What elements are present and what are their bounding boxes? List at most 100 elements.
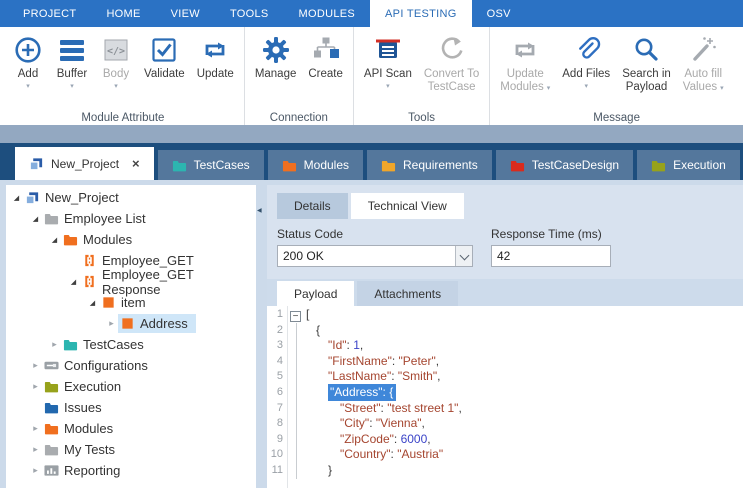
document-tab-testcasedesign[interactable]: TestCaseDesign — [495, 150, 634, 180]
collapse-icon[interactable]: ◢ — [48, 236, 61, 244]
code-line[interactable]: } — [288, 463, 743, 479]
tree-item-label: Execution — [64, 379, 122, 394]
create-button[interactable]: Create — [302, 31, 349, 83]
fold-collapse-icon[interactable]: − — [290, 311, 301, 322]
expand-icon[interactable]: ▸ — [29, 423, 42, 434]
search-in-payload-button[interactable]: Search in Payload — [616, 31, 677, 96]
ribbon-tab-home[interactable]: HOME — [91, 0, 155, 27]
ribbon-tab-modules[interactable]: MODULES — [284, 0, 371, 27]
manage-button[interactable]: Manage — [249, 31, 303, 83]
document-tab-new-project[interactable]: New_Project × — [15, 147, 154, 180]
code-line[interactable]: "Street": "test street 1", — [288, 401, 743, 417]
payload-editor[interactable]: 1 2 3 4 5 6 7 8 9 10 11 −[{"Id": 1, "FirstName": "P… — [267, 306, 743, 488]
collapse-icon[interactable]: ◢ — [29, 215, 42, 223]
detail-panel: Details Technical View Status Code 200 OK… — [267, 185, 743, 488]
tree-item-modules[interactable]: ◢ Modules — [6, 229, 256, 250]
tree-item-address[interactable]: ▸ Address — [6, 313, 256, 334]
document-tab-testcases[interactable]: TestCases — [157, 150, 264, 180]
ribbon-tab-osv[interactable]: OSV — [472, 0, 526, 27]
code-text: "LastName" — [328, 369, 392, 384]
collapse-icon[interactable]: ◢ — [86, 299, 99, 307]
tree-item-my-tests[interactable]: ▸ My Tests — [6, 439, 256, 460]
module-icon — [82, 274, 97, 289]
ribbon-tab-api-testing[interactable]: API TESTING — [370, 0, 472, 27]
caret-down-icon[interactable]: ▾ — [70, 83, 74, 91]
button-label: Update Modules ▾ — [500, 68, 551, 93]
expand-icon[interactable]: ▸ — [29, 381, 42, 392]
caret-down-icon[interactable]: ▾ — [584, 83, 588, 91]
payload-tab-bar: Payload Attachments — [267, 279, 743, 306]
tree-item-body: Address — [118, 314, 196, 333]
project-icon — [25, 190, 40, 205]
code-line[interactable]: "City": "Vienna", — [288, 416, 743, 432]
code-line[interactable]: "Country": "Austria" — [288, 447, 743, 463]
code-text: , — [359, 338, 364, 353]
api-scan-button[interactable]: API Scan ▾ — [358, 31, 418, 93]
view-tab-technical-view[interactable]: Technical View — [350, 193, 464, 219]
document-tab-modules[interactable]: Modules — [267, 150, 364, 180]
ribbon-tab-tools[interactable]: TOOLS — [215, 0, 284, 27]
code-text: "Smith" — [397, 369, 438, 384]
payload-tab-payload[interactable]: Payload — [277, 281, 355, 306]
convert-to-testcase-button: Convert To TestCase — [418, 31, 485, 96]
tree-item-body: TestCases — [61, 335, 152, 354]
tree-item-body: Modules — [42, 419, 121, 438]
buffer-icon — [57, 35, 87, 65]
folder-icon — [282, 158, 297, 173]
status-code-select[interactable]: 200 OK — [277, 245, 473, 267]
response-time-input[interactable] — [491, 245, 611, 267]
payload-tab-attachments[interactable]: Attachments — [357, 281, 459, 306]
code-lines[interactable]: −[{"Id": 1, "FirstName": "Peter", "LastNam… — [288, 306, 743, 488]
ribbon-tab-project[interactable]: PROJECT — [8, 0, 91, 27]
panel-splitter[interactable]: ◀ — [256, 185, 267, 488]
code-line[interactable]: −[ — [288, 307, 743, 323]
code-text: 1 — [353, 338, 360, 353]
ribbon-tab-view[interactable]: VIEW — [156, 0, 215, 27]
chevron-down-icon[interactable] — [455, 246, 472, 266]
tree-item-reporting[interactable]: ▸ Reporting — [6, 460, 256, 481]
group-label: Tools — [408, 112, 436, 124]
collapse-icon[interactable]: ◢ — [67, 278, 80, 286]
expand-icon[interactable]: ▸ — [29, 360, 42, 371]
code-text: : — [391, 369, 398, 384]
collapse-left-icon[interactable]: ◀ — [257, 207, 262, 214]
document-tab-execution[interactable]: Execution — [637, 150, 740, 180]
validate-button[interactable]: Validate — [138, 31, 191, 83]
ribbon-group-message: Update Modules ▾ Add Files ▾ Search in Paylo… — [490, 27, 743, 125]
tree-item-body: Employee List — [42, 209, 154, 228]
collapse-icon[interactable]: ◢ — [10, 194, 23, 202]
add-files-button[interactable]: Add Files ▾ — [556, 31, 616, 93]
close-icon[interactable]: × — [132, 156, 140, 171]
code-line[interactable]: "LastName": "Smith", — [288, 369, 743, 385]
tree-item-execution[interactable]: ▸ Execution — [6, 376, 256, 397]
caret-down-icon[interactable]: ▾ — [114, 83, 118, 91]
code-line[interactable]: "ZipCode": 6000, — [288, 432, 743, 448]
view-tab-details[interactable]: Details — [277, 193, 348, 219]
code-line[interactable]: "Id": 1, — [288, 338, 743, 354]
caret-down-icon[interactable]: ▾ — [26, 83, 30, 91]
tree-item-new-project[interactable]: ◢ New_Project — [6, 187, 256, 208]
api-scan-icon — [373, 35, 403, 65]
expand-icon[interactable]: ▸ — [48, 339, 61, 350]
tree-item-configurations[interactable]: ▸ Configurations — [6, 355, 256, 376]
tree-item-label: My Tests — [64, 442, 116, 457]
tree-item-testcases[interactable]: ▸ TestCases — [6, 334, 256, 355]
tree-item-employee-list[interactable]: ◢ Employee List — [6, 208, 256, 229]
app-window: PROJECT HOME VIEW TOOLS MODULES API TESTING OS… — [0, 0, 743, 488]
document-tab-requirements[interactable]: Requirements — [367, 150, 492, 180]
expand-icon[interactable]: ▸ — [105, 318, 118, 329]
add-button[interactable]: Add ▾ — [6, 31, 50, 93]
code-line[interactable]: "Address": { — [288, 383, 743, 401]
tree-item-employee-get-response[interactable]: ◢ Employee_GET Response — [6, 267, 256, 297]
code-text: "ZipCode" — [340, 431, 394, 446]
code-line[interactable]: { — [288, 323, 743, 339]
caret-down-icon[interactable]: ▾ — [386, 83, 390, 91]
code-line[interactable]: "FirstName": "Peter", — [288, 354, 743, 370]
tree-item-modules[interactable]: ▸ Modules — [6, 418, 256, 439]
buffer-button[interactable]: Buffer ▾ — [50, 31, 94, 93]
project-icon — [29, 156, 44, 171]
update-button[interactable]: Update — [191, 31, 240, 83]
expand-icon[interactable]: ▸ — [29, 444, 42, 455]
expand-icon[interactable]: ▸ — [29, 465, 42, 476]
tree-item-issues[interactable]: Issues — [6, 397, 256, 418]
